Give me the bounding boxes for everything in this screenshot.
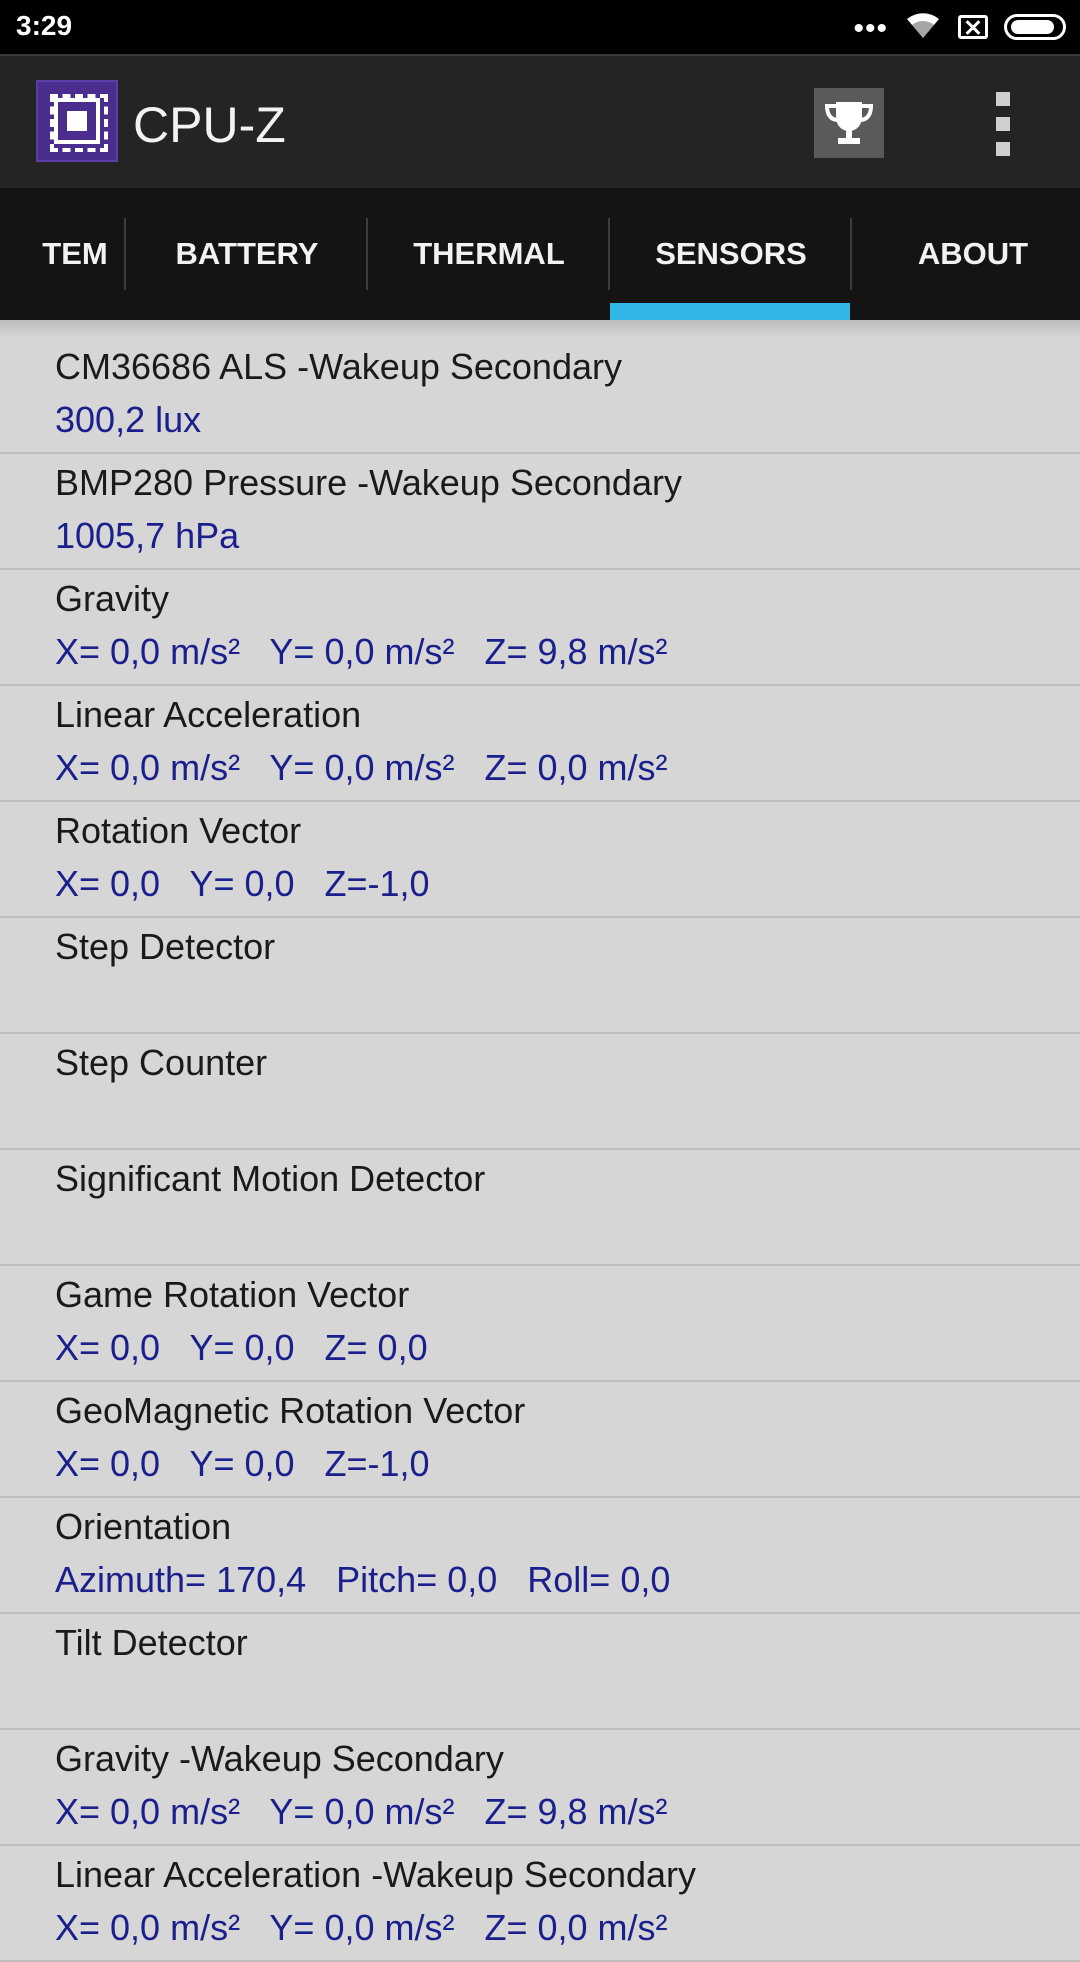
- sensor-row[interactable]: Significant Motion Detector: [0, 1150, 1080, 1266]
- sensor-name: Linear Acceleration: [55, 694, 362, 735]
- tab-label: BATTERY: [175, 236, 319, 271]
- sensor-row[interactable]: Orientation Azimuth= 170,4 Pitch= 0,0 Rol…: [0, 1498, 1080, 1614]
- menu-dot: [996, 142, 1010, 156]
- sensor-name: Step Counter: [55, 1042, 268, 1083]
- sensor-name: GeoMagnetic Rotation Vector: [55, 1390, 526, 1431]
- cpu-chip-icon: [36, 80, 118, 162]
- sensor-name: Significant Motion Detector: [55, 1158, 486, 1199]
- sensor-value: Azimuth= 170,4 Pitch= 0,0 Roll= 0,0: [55, 1559, 671, 1600]
- selected-tab-indicator: [610, 303, 850, 320]
- sensor-row[interactable]: Step Detector: [0, 918, 1080, 1034]
- sensor-value: 1005,7 hPa: [55, 515, 240, 556]
- tab-label: TEM: [42, 236, 108, 271]
- sensor-list[interactable]: CM36686 ALS -Wakeup Secondary 300,2 lux BM…: [0, 338, 1080, 1962]
- app-bar: CPU-Z: [0, 54, 1080, 188]
- sensor-value: X= 0,0 m/s² Y= 0,0 m/s² Z= 9,8 m/s²: [55, 1791, 668, 1832]
- tab-label: ABOUT: [917, 236, 1029, 271]
- sensor-value: X= 0,0 Y= 0,0 Z=-1,0: [55, 863, 430, 904]
- sensor-row[interactable]: CM36686 ALS -Wakeup Secondary 300,2 lux: [0, 338, 1080, 454]
- sensor-name: Gravity -Wakeup Secondary: [55, 1738, 504, 1779]
- status-icons: •••: [853, 10, 1066, 44]
- tab-shadow: [0, 320, 1080, 338]
- battery-level: [1011, 20, 1054, 34]
- tab-about[interactable]: ABOUT: [852, 188, 1080, 320]
- sensor-name: Rotation Vector: [55, 810, 302, 851]
- sensor-row[interactable]: BMP280 Pressure -Wakeup Secondary 1005,7 …: [0, 454, 1080, 570]
- more-notifications-icon: •••: [853, 12, 888, 45]
- menu-dot: [996, 92, 1010, 106]
- battery-icon: [1004, 14, 1066, 40]
- sensor-name: Gravity: [55, 578, 170, 619]
- sensor-name: Tilt Detector: [55, 1622, 248, 1663]
- sensor-row[interactable]: Step Counter: [0, 1034, 1080, 1150]
- no-sim-icon: [958, 15, 988, 39]
- tab-thermal[interactable]: THERMAL: [368, 188, 610, 320]
- overflow-menu-button[interactable]: [980, 92, 1026, 156]
- sensor-name: Orientation: [55, 1506, 232, 1547]
- app-title: CPU-Z: [133, 97, 286, 153]
- status-time: 3:29: [16, 10, 73, 41]
- sensor-row[interactable]: Game Rotation Vector X= 0,0 Y= 0,0 Z= 0,0: [0, 1266, 1080, 1382]
- menu-dot: [996, 117, 1010, 131]
- trophy-icon: [824, 102, 874, 144]
- sensor-value: X= 0,0 m/s² Y= 0,0 m/s² Z= 9,8 m/s²: [55, 631, 668, 672]
- sensor-row[interactable]: Gravity X= 0,0 m/s² Y= 0,0 m/s² Z= 9,8 m/…: [0, 570, 1080, 686]
- sensor-value: 300,2 lux: [55, 399, 202, 440]
- tab-label: SENSORS: [655, 236, 807, 271]
- wifi-icon: [904, 10, 942, 45]
- sensor-name: CM36686 ALS -Wakeup Secondary: [55, 346, 622, 387]
- sensor-value: X= 0,0 Y= 0,0 Z=-1,0: [55, 1443, 430, 1484]
- tab-battery[interactable]: BATTERY: [126, 188, 368, 320]
- sensor-value: X= 0,0 m/s² Y= 0,0 m/s² Z= 0,0 m/s²: [55, 747, 668, 788]
- sensor-name: Game Rotation Vector: [55, 1274, 410, 1315]
- sensor-value: X= 0,0 Y= 0,0 Z= 0,0: [55, 1327, 428, 1368]
- sensor-name: Linear Acceleration -Wakeup Secondary: [55, 1854, 697, 1895]
- chip-body: [54, 98, 100, 144]
- sensor-row[interactable]: Rotation Vector X= 0,0 Y= 0,0 Z=-1,0: [0, 802, 1080, 918]
- tab-sensors[interactable]: SENSORS: [610, 188, 852, 320]
- sensor-row[interactable]: Linear Acceleration -Wakeup Secondary X= …: [0, 1846, 1080, 1962]
- tab-label: THERMAL: [413, 236, 565, 271]
- trophy-button[interactable]: [814, 88, 884, 158]
- status-bar: 3:29 •••: [0, 0, 1080, 54]
- sensor-name: Step Detector: [55, 926, 276, 967]
- sensor-row[interactable]: Tilt Detector: [0, 1614, 1080, 1730]
- sensor-row[interactable]: GeoMagnetic Rotation Vector X= 0,0 Y= 0,0…: [0, 1382, 1080, 1498]
- sensor-row[interactable]: Linear Acceleration X= 0,0 m/s² Y= 0,0 m/…: [0, 686, 1080, 802]
- tab-bar: TEM BATTERY THERMAL SENSORS ABOUT: [0, 188, 1080, 320]
- sensor-row[interactable]: Gravity -Wakeup Secondary X= 0,0 m/s² Y= …: [0, 1730, 1080, 1846]
- sensor-value: X= 0,0 m/s² Y= 0,0 m/s² Z= 0,0 m/s²: [55, 1907, 668, 1948]
- sensor-name: BMP280 Pressure -Wakeup Secondary: [55, 462, 682, 503]
